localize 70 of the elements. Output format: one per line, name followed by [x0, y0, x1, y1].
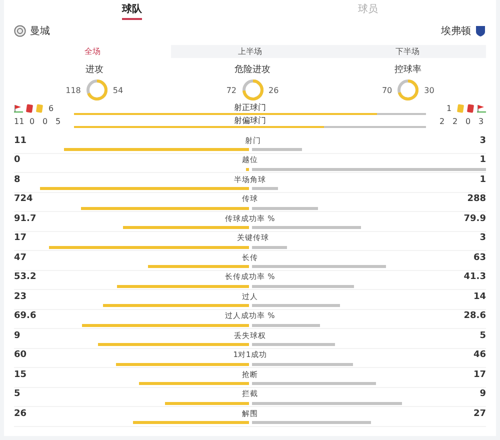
shield-icon	[475, 25, 486, 37]
home-value: 5	[54, 117, 62, 126]
away-bar	[252, 187, 278, 190]
away-value: 26	[268, 86, 279, 94]
home-value: 0	[14, 155, 20, 166]
away-value: 3	[480, 136, 486, 146]
away-bar	[252, 206, 318, 210]
event-count: 11	[14, 117, 24, 126]
away-value: 17	[473, 370, 486, 380]
away-bar	[252, 246, 287, 249]
stat-label: 射偏球门	[234, 116, 266, 126]
home-value: 118	[66, 86, 81, 94]
home-value: 47	[14, 252, 27, 263]
ring-label: 危险进攻	[234, 64, 271, 76]
away-value: 63	[473, 252, 486, 263]
away-value: 27	[473, 408, 486, 419]
event-count: 0	[41, 117, 49, 126]
away-value: 288	[467, 194, 486, 204]
ring-label: 控球率	[394, 64, 422, 76]
event-count: 3	[477, 117, 485, 126]
away-value: 1	[445, 104, 453, 113]
home-value: 15	[14, 370, 27, 380]
home-value: 17	[14, 233, 27, 244]
away-value: 30	[424, 86, 434, 94]
away-value: 2	[438, 117, 446, 126]
away-value: 79.9	[464, 214, 486, 224]
team-name: 埃弗顿	[441, 24, 471, 38]
home-value: 70	[382, 86, 392, 94]
home-value: 72	[226, 86, 237, 94]
home-value: 5	[14, 389, 20, 400]
home-value: 8	[14, 174, 20, 185]
home-value: 60	[14, 350, 27, 360]
stat-label: 射正球门	[234, 102, 266, 112]
home-bar	[246, 168, 248, 171]
away-value: 54	[112, 86, 124, 94]
flag-icon	[14, 104, 23, 113]
away-value: 3	[480, 233, 486, 244]
home-value: 23	[14, 292, 27, 302]
period-tab[interactable]: 全场	[14, 45, 172, 58]
away-bar	[252, 148, 302, 152]
home-value: 11	[14, 136, 27, 146]
tab[interactable]: 球队	[14, 0, 250, 22]
event-count: 2	[451, 117, 459, 126]
ratio-ring	[240, 78, 265, 102]
home-value: 9	[14, 330, 20, 341]
away-value: 1	[480, 174, 486, 185]
ratio-ring	[396, 78, 420, 102]
home-value: 53.2	[14, 272, 36, 282]
away-value: 41.3	[464, 272, 486, 282]
ring-label: 进攻	[85, 64, 104, 76]
home-value: 91.7	[14, 214, 36, 224]
flag-icon	[477, 104, 486, 113]
away-value: 5	[480, 330, 486, 341]
ratio-ring	[84, 78, 109, 102]
away-value: 14	[473, 292, 486, 302]
home-value: 724	[14, 194, 33, 204]
home-value: 6	[47, 104, 55, 113]
home-value: 26	[14, 408, 27, 419]
event-count: 0	[28, 117, 36, 126]
period-tab[interactable]: 下半场	[328, 45, 486, 58]
event-count: 0	[464, 117, 472, 126]
home-value: 69.6	[14, 311, 36, 322]
away-value: 46	[473, 350, 486, 360]
period-tab[interactable]: 上半场	[171, 45, 329, 58]
away-value: 28.6	[464, 311, 486, 322]
team-name: 曼城	[30, 24, 50, 38]
away-value: 1	[480, 155, 486, 166]
away-bar	[252, 324, 320, 327]
club-crest-icon	[14, 25, 26, 37]
away-value: 9	[480, 389, 486, 400]
